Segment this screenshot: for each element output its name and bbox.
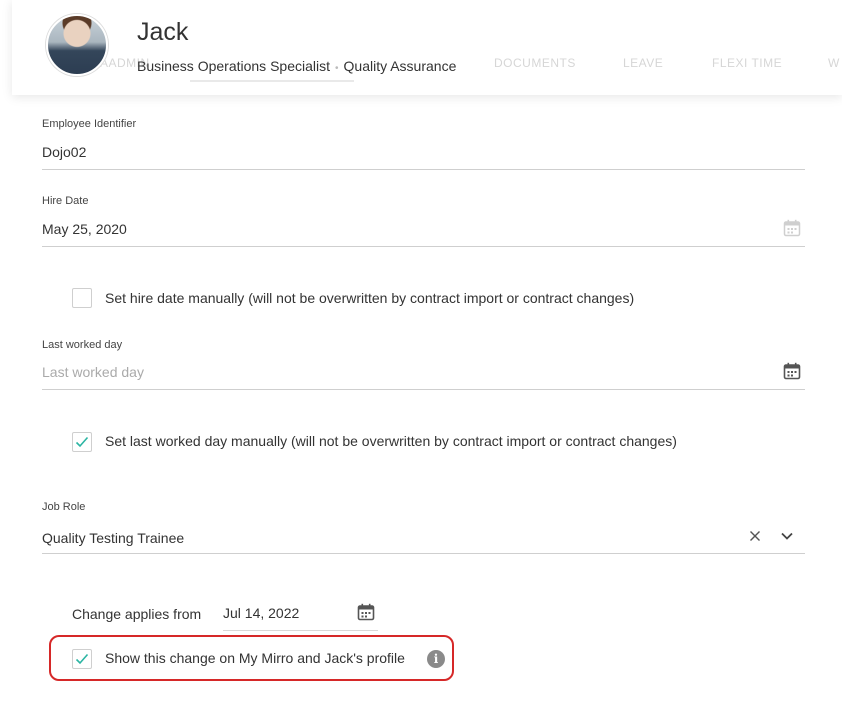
last-worked-day-placeholder[interactable]: Last worked day: [42, 364, 144, 380]
clear-icon[interactable]: [747, 528, 763, 544]
hire-date-value[interactable]: May 25, 2020: [42, 221, 127, 237]
job-role-field[interactable]: Job Role Quality Testing Trainee: [42, 501, 805, 554]
hire-date-manual-label: Set hire date manually (will not be over…: [105, 290, 635, 306]
profile-header: AADMIN DOCUMENTS LEAVE FLEXI TIME W Jack…: [12, 0, 842, 95]
employee-identifier-label: Employee Identifier: [42, 118, 137, 130]
employee-name: Jack: [137, 18, 189, 46]
tab-flexi-time[interactable]: FLEXI TIME: [712, 56, 782, 70]
info-icon[interactable]: i: [427, 650, 445, 668]
job-role-value[interactable]: Quality Testing Trainee: [42, 530, 184, 546]
chevron-down-icon[interactable]: [779, 528, 795, 544]
change-applies-date-value[interactable]: Jul 14, 2022: [223, 605, 299, 621]
last-worked-day-field[interactable]: Last worked day Last worked day: [42, 339, 805, 390]
show-change-checkbox[interactable]: [72, 649, 92, 669]
employee-identifier-field[interactable]: Employee Identifier Dojo02: [42, 118, 805, 170]
calendar-icon[interactable]: [357, 603, 375, 621]
avatar: [46, 14, 108, 76]
hire-date-manual-checkbox[interactable]: [72, 288, 92, 308]
checkmark-icon: [75, 436, 89, 448]
employee-subtitle: Business Operations Specialist • Quality A…: [137, 58, 456, 74]
department: Quality Assurance: [343, 58, 457, 74]
tab-more[interactable]: W: [828, 56, 840, 70]
separator-dot: •: [335, 63, 339, 74]
last-worked-day-manual-label: Set last worked day manually (will not b…: [105, 433, 677, 449]
calendar-icon[interactable]: [783, 219, 801, 237]
tab-leave[interactable]: LEAVE: [623, 56, 663, 70]
job-title: Business Operations Specialist: [137, 58, 330, 74]
change-applies-date-field[interactable]: Jul 14, 2022: [223, 597, 378, 631]
checkmark-icon: [75, 653, 89, 665]
job-role-label: Job Role: [42, 501, 86, 513]
last-worked-day-label: Last worked day: [42, 339, 123, 351]
show-change-label: Show this change on My Mirro and Jack's …: [105, 650, 405, 666]
hire-date-label: Hire Date: [42, 195, 89, 207]
hire-date-field[interactable]: Hire Date May 25, 2020: [42, 195, 805, 247]
change-applies-label: Change applies from: [72, 606, 202, 622]
tab-documents[interactable]: DOCUMENTS: [494, 56, 576, 70]
active-tab-underline: [190, 80, 354, 82]
calendar-icon[interactable]: [783, 362, 801, 380]
last-worked-day-manual-checkbox[interactable]: [72, 432, 92, 452]
employee-identifier-value[interactable]: Dojo02: [42, 144, 86, 160]
